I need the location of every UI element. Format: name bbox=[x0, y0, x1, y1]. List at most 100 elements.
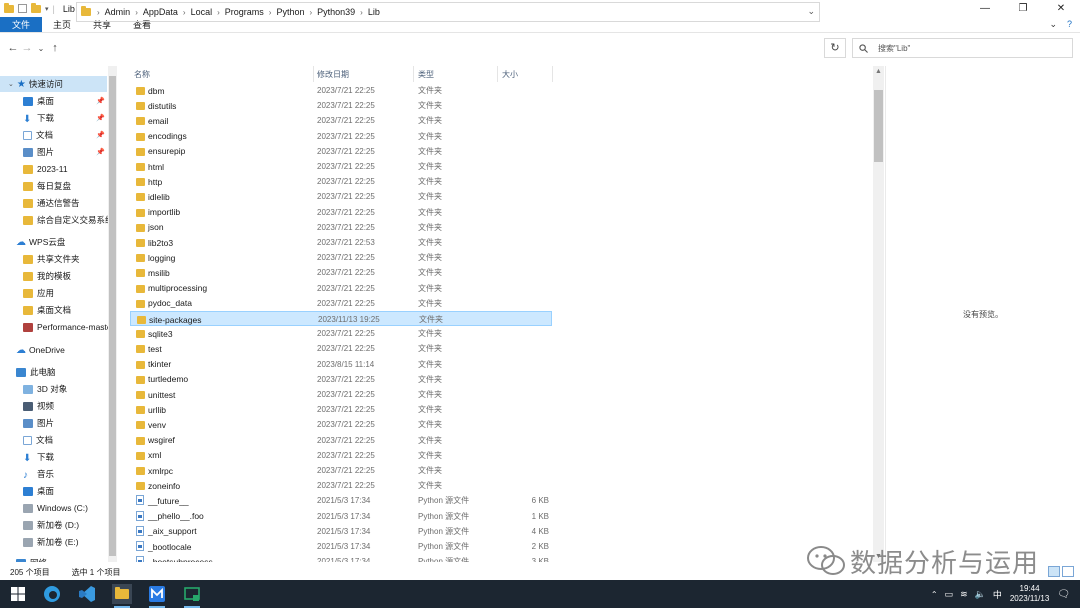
table-row[interactable]: http 2023/7/21 22:25 文件夹 bbox=[130, 174, 552, 189]
table-row[interactable]: urllib 2023/7/21 22:25 文件夹 bbox=[130, 402, 552, 417]
nav-item-desktop-docs[interactable]: 桌面文档 bbox=[0, 302, 71, 318]
table-row[interactable]: ensurepip 2023/7/21 22:25 文件夹 bbox=[130, 144, 552, 159]
column-divider[interactable] bbox=[497, 66, 498, 82]
table-row[interactable]: site-packages 2023/11/13 19:25 文件夹 bbox=[130, 311, 552, 326]
breadcrumb-separator[interactable]: › bbox=[183, 8, 186, 17]
breadcrumb-appdata[interactable]: AppData bbox=[143, 7, 178, 17]
app-m-icon[interactable] bbox=[147, 584, 167, 604]
nav-item-my-templates[interactable]: 我的模板 bbox=[0, 268, 71, 284]
nav-item-3d-objects[interactable]: 3D 对象 bbox=[0, 381, 67, 397]
breadcrumb-separator[interactable]: › bbox=[269, 8, 272, 17]
breadcrumb-separator[interactable]: › bbox=[135, 8, 138, 17]
back-arrow-icon[interactable]: ← bbox=[6, 42, 20, 54]
table-row[interactable]: json 2023/7/21 22:25 文件夹 bbox=[130, 220, 552, 235]
nav-item-documents[interactable]: 文档 📌 bbox=[0, 127, 105, 143]
table-row[interactable]: distutils 2023/7/21 22:25 文件夹 bbox=[130, 98, 552, 113]
nav-item-daily-review[interactable]: 每日复盘 bbox=[0, 178, 71, 194]
large-icons-view-icon[interactable] bbox=[1062, 566, 1074, 577]
nav-wps-cloud[interactable]: ☁ WPS云盘 bbox=[0, 234, 65, 250]
file-explorer-icon[interactable] bbox=[112, 584, 132, 604]
table-row[interactable]: wsgiref 2023/7/21 22:25 文件夹 bbox=[130, 433, 552, 448]
nav-item-tdx-warning[interactable]: 通达信警告 bbox=[0, 195, 80, 211]
table-row[interactable]: sqlite3 2023/7/21 22:25 文件夹 bbox=[130, 326, 552, 341]
column-divider[interactable] bbox=[313, 66, 314, 82]
wifi-icon[interactable]: ≋ bbox=[960, 589, 968, 600]
nav-item-drive-e[interactable]: 新加卷 (E:) bbox=[0, 534, 79, 550]
table-row[interactable]: idlelib 2023/7/21 22:25 文件夹 bbox=[130, 189, 552, 204]
table-row[interactable]: email 2023/7/21 22:25 文件夹 bbox=[130, 113, 552, 128]
nav-item-drive-d[interactable]: 新加卷 (D:) bbox=[0, 517, 79, 533]
address-bar[interactable]: › Admin › AppData › Local › Programs › P… bbox=[76, 2, 820, 22]
column-header-date[interactable]: 修改日期 bbox=[317, 66, 349, 82]
table-row[interactable]: _aix_support 2021/5/3 17:34 Python 源文件 4 KB bbox=[130, 524, 552, 539]
table-row[interactable]: lib2to3 2023/7/21 22:53 文件夹 bbox=[130, 235, 552, 250]
column-header-type[interactable]: 类型 bbox=[418, 66, 434, 82]
nav-item-drive-c[interactable]: Windows (C:) bbox=[0, 500, 88, 516]
minimize-button[interactable]: — bbox=[966, 0, 1004, 17]
table-row[interactable]: venv 2023/7/21 22:25 文件夹 bbox=[130, 417, 552, 432]
table-row[interactable]: __future__ 2021/5/3 17:34 Python 源文件 6 KB bbox=[130, 493, 552, 508]
help-icon[interactable]: ? bbox=[1067, 19, 1072, 30]
pin-icon[interactable]: 📌 bbox=[96, 148, 105, 156]
close-button[interactable]: ✕ bbox=[1042, 0, 1080, 17]
table-row[interactable]: xmlrpc 2023/7/21 22:25 文件夹 bbox=[130, 463, 552, 478]
pin-icon[interactable]: 📌 bbox=[96, 97, 105, 105]
nav-item-pc-documents[interactable]: 文档 bbox=[0, 432, 53, 448]
nav-item-pictures[interactable]: 图片 📌 bbox=[0, 144, 105, 160]
table-row[interactable]: importlib 2023/7/21 22:25 文件夹 bbox=[130, 205, 552, 220]
nav-item-apps[interactable]: 应用 bbox=[0, 285, 54, 301]
table-row[interactable]: unittest 2023/7/21 22:25 文件夹 bbox=[130, 387, 552, 402]
properties-check-icon[interactable] bbox=[18, 4, 27, 13]
nav-quick-access[interactable]: ⌄ ★ 快速访问 bbox=[0, 76, 107, 92]
table-row[interactable]: tkinter 2023/8/15 11:14 文件夹 bbox=[130, 357, 552, 372]
app-green-icon[interactable] bbox=[182, 584, 202, 604]
network-icon[interactable]: ▭ bbox=[945, 589, 954, 600]
windows-start-icon[interactable] bbox=[8, 584, 28, 604]
table-row[interactable]: msilib 2023/7/21 22:25 文件夹 bbox=[130, 265, 552, 280]
nav-item-pc-pictures[interactable]: 图片 bbox=[0, 415, 54, 431]
table-row[interactable]: zoneinfo 2023/7/21 22:25 文件夹 bbox=[130, 478, 552, 493]
nav-item-2023-11[interactable]: 2023-11 bbox=[0, 161, 68, 177]
edge-icon[interactable] bbox=[42, 584, 62, 604]
nav-network[interactable]: 网络 bbox=[0, 555, 47, 562]
volume-icon[interactable]: 🔈 bbox=[975, 589, 986, 600]
refresh-button[interactable]: ↻ bbox=[824, 38, 846, 58]
breadcrumb-admin[interactable]: Admin bbox=[105, 7, 131, 17]
new-folder-icon[interactable] bbox=[31, 2, 41, 13]
scroll-up-icon[interactable]: ▲ bbox=[873, 68, 884, 75]
breadcrumb-separator[interactable]: › bbox=[309, 8, 312, 17]
column-divider[interactable] bbox=[552, 66, 553, 82]
table-row[interactable]: test 2023/7/21 22:25 文件夹 bbox=[130, 341, 552, 356]
ribbon-expand-icon[interactable]: ⌄ bbox=[1049, 19, 1057, 30]
table-row[interactable]: encodings 2023/7/21 22:25 文件夹 bbox=[130, 129, 552, 144]
breadcrumb-programs[interactable]: Programs bbox=[225, 7, 264, 17]
nav-item-performance-master[interactable]: Performance-master bbox=[0, 319, 114, 335]
breadcrumb-separator[interactable]: › bbox=[97, 8, 100, 17]
vscode-icon[interactable] bbox=[77, 584, 97, 604]
quick-access-dropdown-icon[interactable]: ▾ bbox=[45, 5, 49, 13]
breadcrumb-lib[interactable]: Lib bbox=[368, 7, 380, 17]
table-row[interactable]: html 2023/7/21 22:25 文件夹 bbox=[130, 159, 552, 174]
recent-dropdown-icon[interactable]: ⌄ bbox=[34, 44, 48, 53]
column-header-size[interactable]: 大小 bbox=[502, 66, 518, 82]
table-row[interactable]: multiprocessing 2023/7/21 22:25 文件夹 bbox=[130, 281, 552, 296]
search-input[interactable]: 搜索"Lib" bbox=[878, 43, 910, 54]
nav-scrollbar-thumb[interactable] bbox=[109, 76, 116, 556]
nav-item-videos[interactable]: 视频 bbox=[0, 398, 54, 414]
clock[interactable]: 19:44 2023/11/13 bbox=[1010, 584, 1049, 604]
tab-file[interactable]: 文件 bbox=[0, 17, 43, 32]
ime-indicator[interactable]: 中 bbox=[993, 588, 1002, 601]
breadcrumb-separator[interactable]: › bbox=[360, 8, 363, 17]
forward-arrow-icon[interactable]: → bbox=[20, 42, 34, 54]
nav-item-downloads[interactable]: ⬇ 下载 📌 bbox=[0, 110, 105, 126]
notification-icon[interactable]: 🗨 bbox=[1057, 589, 1070, 600]
file-list-scrollbar[interactable]: ▲ ▼ bbox=[873, 66, 884, 562]
nav-item-shared-folder[interactable]: 共享文件夹 bbox=[0, 251, 80, 267]
table-row[interactable]: pydoc_data 2023/7/21 22:25 文件夹 bbox=[130, 296, 552, 311]
chevron-down-icon[interactable]: ⌄ bbox=[8, 80, 14, 88]
nav-item-pc-desktop[interactable]: 桌面 bbox=[0, 483, 54, 499]
nav-item-music[interactable]: ♪ 音乐 bbox=[0, 466, 54, 482]
breadcrumb-separator[interactable]: › bbox=[217, 8, 220, 17]
address-dropdown-icon[interactable]: ⌄ bbox=[807, 6, 815, 17]
column-divider[interactable] bbox=[413, 66, 414, 82]
